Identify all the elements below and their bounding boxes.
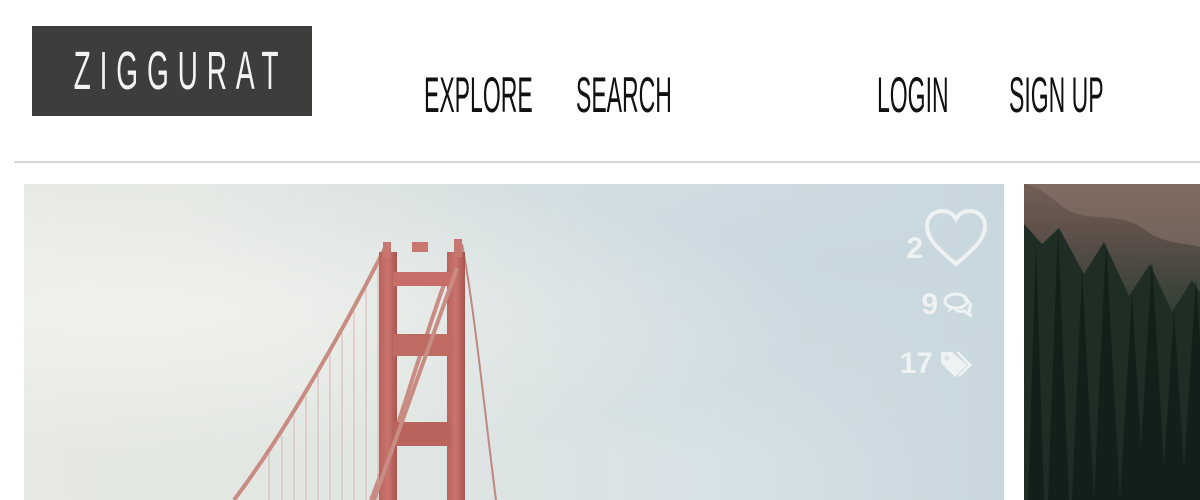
photo-card-forest[interactable] (1024, 184, 1200, 500)
nav-search-link[interactable]: SEARCH (576, 66, 672, 124)
site-header: ZIGGURAT EXPLORE SEARCH LOGIN SIGN UP (0, 0, 1200, 162)
header-divider (14, 161, 1200, 163)
tag-stat[interactable]: 17 (900, 344, 973, 384)
comment-count: 9 (921, 288, 938, 321)
forest-image (1024, 184, 1200, 500)
like-count: 2 (906, 232, 923, 265)
nav-signup-link[interactable]: SIGN UP (1009, 66, 1104, 124)
golden-gate-bridge-image (232, 239, 497, 500)
ziggurat-logo[interactable]: ZIGGURAT (32, 26, 312, 116)
nav-login-link[interactable]: LOGIN (877, 66, 949, 124)
heart-icon[interactable] (923, 208, 989, 268)
comment-stat[interactable]: 9 (921, 285, 974, 325)
tag-count: 17 (899, 347, 933, 380)
photo-card-golden-gate[interactable]: 2 9 17 (24, 184, 1004, 500)
logo-text: ZIGGURAT (73, 41, 288, 101)
nav-explore-link[interactable]: EXPLORE (424, 66, 533, 124)
like-stat[interactable]: 2 (906, 208, 989, 268)
comment-icon[interactable] (942, 291, 974, 319)
tag-icon[interactable] (939, 349, 973, 379)
